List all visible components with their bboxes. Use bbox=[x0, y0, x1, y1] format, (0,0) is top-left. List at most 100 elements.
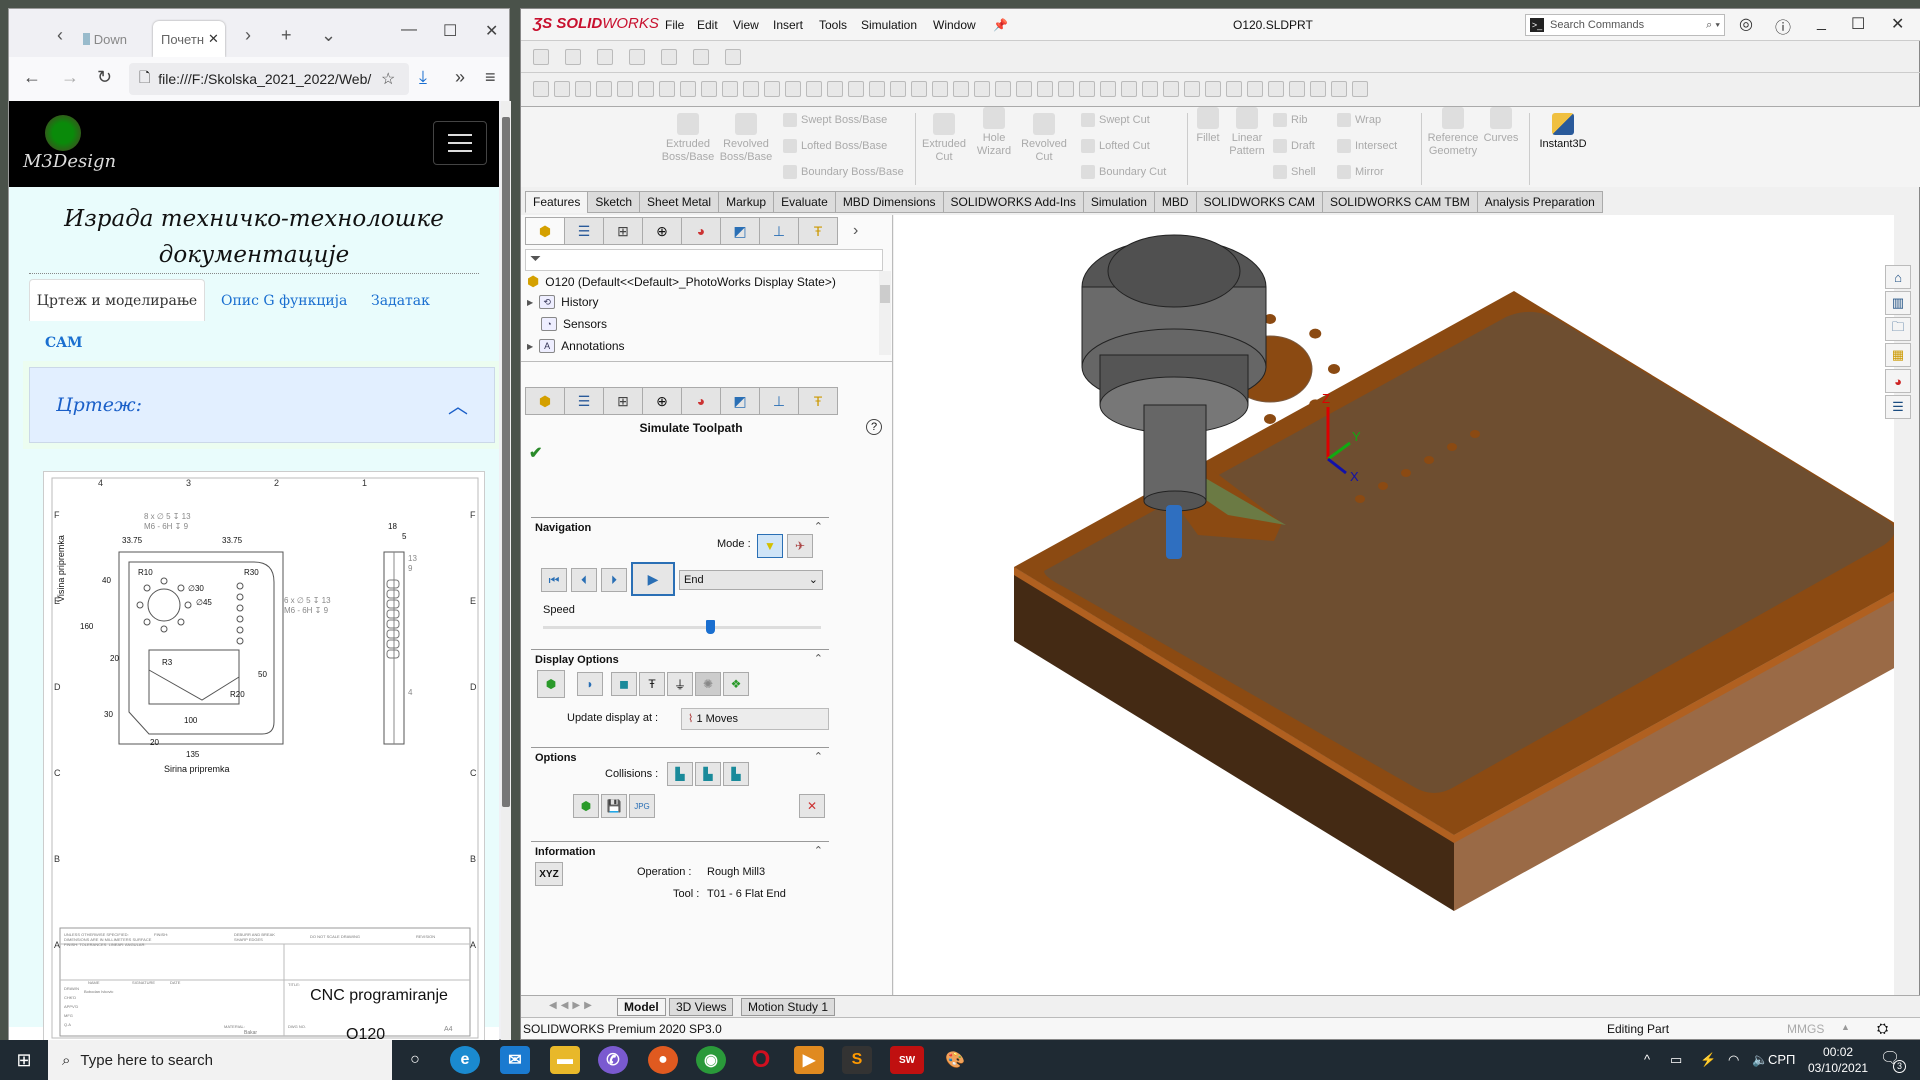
show-part-button[interactable]: ◗ bbox=[577, 672, 603, 696]
tab-list-button[interactable]: ⌄ bbox=[321, 25, 336, 46]
file-explorer-icon[interactable]: 🗀 bbox=[1885, 317, 1911, 341]
cam-toolbar-icon[interactable] bbox=[722, 81, 738, 97]
site-logo-icon[interactable] bbox=[45, 115, 81, 151]
volume-icon[interactable]: 🔈 bbox=[1752, 1052, 1768, 1068]
rewind-button[interactable]: ⏮ bbox=[541, 568, 567, 592]
pane-splitter[interactable] bbox=[521, 361, 893, 362]
cam-toolbar-icon[interactable] bbox=[554, 81, 570, 97]
opera-icon[interactable]: O bbox=[746, 1046, 776, 1074]
view-palette-icon[interactable]: ▦ bbox=[1885, 343, 1911, 367]
show-tool-button[interactable]: Ŧ bbox=[639, 672, 665, 696]
cam-toolbar-icon[interactable] bbox=[764, 81, 780, 97]
chevron-up-icon[interactable]: ︿ bbox=[448, 390, 468, 419]
new-tab-button[interactable]: + bbox=[281, 25, 292, 46]
app-menu-button[interactable]: ≡ bbox=[485, 67, 496, 88]
undo-icon[interactable] bbox=[725, 49, 741, 65]
search-commands-input[interactable]: >_ Search Commands ⌕ ▾ bbox=[1525, 14, 1725, 36]
cam-toolbar-icon[interactable] bbox=[827, 81, 843, 97]
boundary-boss-button[interactable]: Boundary Boss/Base bbox=[783, 165, 904, 179]
cam-feature-tree-tab[interactable]: ◩ bbox=[720, 387, 760, 415]
cam-toolbar-icon[interactable] bbox=[1268, 81, 1284, 97]
search-icon[interactable]: ⌕ ▾ bbox=[1706, 19, 1720, 32]
collision-holder-button[interactable]: ▙ bbox=[695, 762, 721, 786]
cam-tool-tree-tab[interactable]: Ŧ bbox=[798, 387, 838, 415]
cam-toolbar-icon[interactable] bbox=[680, 81, 696, 97]
menu-view[interactable]: View bbox=[733, 18, 759, 32]
paint-icon[interactable]: 🎨 bbox=[940, 1046, 970, 1074]
tree-item-history[interactable]: ▶ ⟲ History bbox=[527, 295, 599, 309]
solidworks-logo[interactable]: ƷS SOLIDWORKS bbox=[533, 15, 659, 32]
user-account-icon[interactable]: ◎ bbox=[1739, 14, 1753, 34]
start-button[interactable]: ⊞ bbox=[0, 1040, 48, 1080]
fillet-button[interactable]: Fillet bbox=[1191, 107, 1225, 145]
feature-manager-tab[interactable]: ⬢ bbox=[525, 387, 565, 415]
cmd-tab-mbd[interactable]: MBD bbox=[1153, 191, 1197, 213]
viber-icon[interactable]: ✆ bbox=[598, 1046, 628, 1074]
appearances-icon[interactable]: ◕ bbox=[1885, 369, 1911, 393]
scrollbar-thumb[interactable] bbox=[502, 117, 510, 807]
display-manager-tab[interactable]: ◕ bbox=[681, 217, 721, 245]
minimize-button[interactable]: — bbox=[401, 21, 417, 39]
cam-tool-tree-tab[interactable]: Ŧ bbox=[798, 217, 838, 245]
cam-toolbar-icon[interactable] bbox=[575, 81, 591, 97]
tree-item-annotations[interactable]: ▶ A Annotations bbox=[527, 339, 625, 353]
unit-system-button[interactable]: MMGS bbox=[1787, 1022, 1824, 1036]
tab-model[interactable]: Model bbox=[617, 998, 666, 1016]
cam-toolbar-icon[interactable] bbox=[1037, 81, 1053, 97]
cam-toolbar-icon[interactable] bbox=[617, 81, 633, 97]
options-icon[interactable] bbox=[693, 49, 709, 65]
cam-toolbar-icon[interactable] bbox=[533, 81, 549, 97]
cmd-tab-sketch[interactable]: Sketch bbox=[587, 191, 641, 213]
step-forward-button[interactable]: ⏵ bbox=[601, 568, 627, 592]
feature-manager-tab[interactable]: ⬢ bbox=[525, 217, 565, 245]
close-window-button[interactable]: ✕ bbox=[485, 21, 498, 41]
cmd-tab-sheet-metal[interactable]: Sheet Metal bbox=[639, 191, 720, 213]
configuration-manager-tab[interactable]: ⊞ bbox=[603, 217, 643, 245]
tab-scroll-left-button[interactable]: ‹ bbox=[57, 25, 63, 46]
tree-item-sensors[interactable]: ◔ Sensors bbox=[541, 317, 607, 331]
traffic-light-icon[interactable] bbox=[661, 49, 677, 65]
cmd-tab-evaluate[interactable]: Evaluate bbox=[773, 191, 836, 213]
cam-toolbar-icon[interactable] bbox=[1016, 81, 1032, 97]
taskbar-search-box[interactable]: ⌕ Type here to search bbox=[48, 1040, 392, 1080]
settings-tools-button[interactable]: ✕ bbox=[799, 794, 825, 818]
cam-toolbar-icon[interactable] bbox=[1121, 81, 1137, 97]
rib-button[interactable]: Rib bbox=[1273, 113, 1308, 127]
tree-root[interactable]: ⬢ O120 (Default<<Default>_PhotoWorks Dis… bbox=[527, 273, 836, 290]
cam-toolbar-icon[interactable] bbox=[911, 81, 927, 97]
sw-resources-home-icon[interactable]: ⌂ bbox=[1885, 265, 1911, 289]
swept-cut-button[interactable]: Swept Cut bbox=[1081, 113, 1150, 127]
tab-scroll-right-button[interactable]: › bbox=[245, 25, 251, 46]
play-button[interactable]: ▶ bbox=[631, 562, 675, 596]
tab-motion-study[interactable]: Motion Study 1 bbox=[741, 998, 836, 1016]
update-display-field[interactable]: ⌇ 1 Moves bbox=[681, 708, 829, 730]
system-clock[interactable]: 00:02 03/10/2021 bbox=[1808, 1044, 1868, 1076]
tab-g-functions[interactable]: Опис G функција bbox=[221, 293, 347, 309]
cam-toolbar-icon[interactable] bbox=[974, 81, 990, 97]
help-icon[interactable]: ⓘ bbox=[1775, 14, 1791, 38]
show-toolpath-button[interactable]: ✺ bbox=[695, 672, 721, 696]
speed-slider[interactable] bbox=[543, 620, 821, 634]
tab-3d-views[interactable]: 3D Views bbox=[669, 998, 734, 1016]
toolpath-simulation-view[interactable]: Z Y X bbox=[894, 215, 1920, 1009]
cam-toolbar-icon[interactable] bbox=[1352, 81, 1368, 97]
cam-toolbar-icon[interactable] bbox=[1100, 81, 1116, 97]
cam-toolbar-icon[interactable] bbox=[1058, 81, 1074, 97]
cam-toolbar-icon[interactable] bbox=[953, 81, 969, 97]
cam-toolbar-icon[interactable] bbox=[1226, 81, 1242, 97]
cam-toolbar-icon[interactable] bbox=[1142, 81, 1158, 97]
cam-feature-tree-tab[interactable]: ◩ bbox=[720, 217, 760, 245]
intersect-button[interactable]: Intersect bbox=[1337, 139, 1397, 153]
collapse-options-icon[interactable]: ⌃ bbox=[814, 750, 823, 763]
camera-icon[interactable]: ▭ bbox=[1670, 1052, 1682, 1068]
cam-toolbar-icon[interactable] bbox=[890, 81, 906, 97]
sw-maximize-button[interactable]: ☐ bbox=[1851, 14, 1865, 34]
cam-operation-tree-tab[interactable]: ⊥ bbox=[759, 387, 799, 415]
feature-tree-filter[interactable]: ⏷ bbox=[525, 249, 883, 271]
cmd-tab-mbd-dimensions[interactable]: MBD Dimensions bbox=[834, 191, 944, 213]
cam-toolbar-icon[interactable] bbox=[1205, 81, 1221, 97]
tree-scrollbar-thumb[interactable] bbox=[880, 285, 890, 303]
browser-tab-home[interactable]: Почетн ✕ bbox=[153, 21, 225, 57]
stop-at-select[interactable]: End ⌄ bbox=[679, 570, 823, 590]
cam-toolbar-icon[interactable] bbox=[932, 81, 948, 97]
